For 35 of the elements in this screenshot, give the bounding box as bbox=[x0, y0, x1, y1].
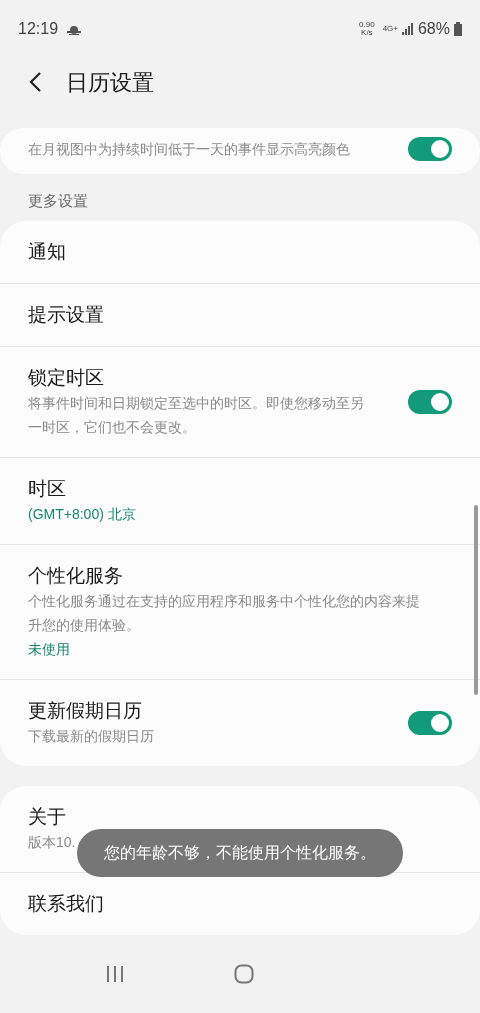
item-title: 时区 bbox=[28, 476, 67, 501]
settings-item[interactable]: 更新假期日历 下载最新的假期日历 bbox=[0, 679, 480, 766]
settings-item[interactable]: 提示设置 bbox=[0, 283, 480, 347]
home-icon[interactable] bbox=[234, 963, 254, 984]
item-title: 联系我们 bbox=[28, 891, 105, 916]
item-value: 未使用 bbox=[28, 639, 71, 659]
item-description: 在月视图中为持续时间低于一天的事件显示高亮颜色 bbox=[28, 140, 351, 159]
item-description: 版本10. bbox=[28, 832, 77, 852]
battery-icon bbox=[454, 22, 462, 36]
item-description: 将事件时间和日期锁定至选中的时区。即使您移动至另一时区，它们也不会更改。 bbox=[28, 393, 365, 437]
status-time: 12:19 bbox=[18, 19, 59, 39]
weather-icon bbox=[66, 23, 83, 35]
toggle-switch[interactable] bbox=[408, 137, 452, 161]
age-notice-toast: 您的年龄不够，不能使用个性化服务。 bbox=[77, 829, 403, 877]
recent-apps-icon[interactable] bbox=[106, 964, 124, 983]
settings-item[interactable]: 锁定时区 将事件时间和日期锁定至选中的时区。即使您移动至另一时区，它们也不会更改。 bbox=[0, 346, 480, 458]
item-title: 通知 bbox=[28, 239, 67, 264]
item-description: 下载最新的假期日历 bbox=[28, 726, 155, 746]
settings-item[interactable]: 通知 bbox=[0, 220, 480, 284]
item-title: 个性化服务 bbox=[28, 563, 124, 588]
section-header: 更多设置 bbox=[27, 191, 89, 211]
back-icon[interactable] bbox=[28, 71, 42, 93]
item-value: (GMT+8:00) 北京 bbox=[28, 504, 137, 524]
item-description: 个性化服务通过在支持的应用程序和服务中个性化您的内容来提升您的使用体验。 bbox=[28, 591, 421, 635]
item-title: 更新假期日历 bbox=[28, 698, 143, 723]
toggle-switch[interactable] bbox=[408, 710, 452, 735]
battery-level: 68% bbox=[417, 19, 450, 39]
network-type: 4G+ bbox=[382, 23, 398, 35]
item-title: 锁定时区 bbox=[28, 365, 105, 390]
item-title: 提示设置 bbox=[28, 302, 105, 327]
item-title: 关于 bbox=[28, 804, 67, 829]
page-title: 日历设置 bbox=[66, 68, 154, 97]
network-speed: 0.90 K/s bbox=[359, 21, 375, 37]
toggle-switch[interactable] bbox=[408, 389, 452, 414]
signal-icon bbox=[401, 23, 414, 35]
